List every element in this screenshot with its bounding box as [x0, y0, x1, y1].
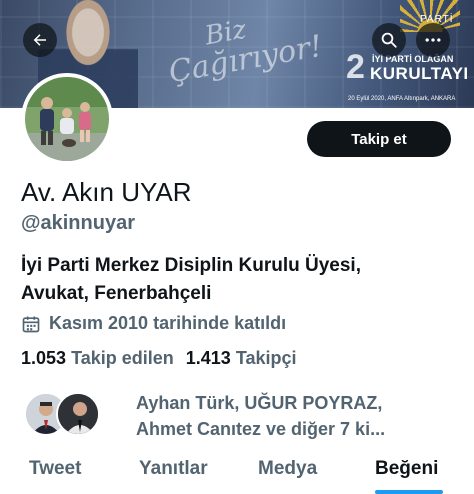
- followers-count: 1.413: [185, 348, 231, 368]
- followers-label: Takipçi: [235, 348, 297, 368]
- tab-media[interactable]: Medya: [258, 458, 317, 480]
- known-follower-photo-2: [58, 394, 98, 434]
- tab-likes[interactable]: Beğeni: [375, 458, 438, 480]
- calendar-icon: [22, 316, 40, 332]
- kurultay-number: 2: [346, 48, 365, 86]
- kurultay-date: 20 Eylül 2020, ANFA Altınpark, ANKARA: [348, 96, 456, 102]
- joined-date-text: Kasım 2010 tarihinde katıldı: [49, 313, 287, 333]
- followers-stat[interactable]: 1.413 Takipçi: [186, 348, 297, 369]
- more-button[interactable]: [416, 23, 450, 57]
- tab-replies[interactable]: Yanıtlar: [139, 458, 208, 480]
- follow-button[interactable]: Takip et: [307, 121, 451, 157]
- search-icon: [381, 32, 397, 48]
- following-count: 1.053: [21, 348, 67, 368]
- kurultay-title: KURULTAYI: [370, 64, 469, 83]
- tab-tweets[interactable]: Tweet: [29, 458, 81, 480]
- profile-display-name: Av. Akın UYAR: [21, 177, 192, 207]
- known-followers-line-2: Ahmet Canıtez ve diğer 7 ki...: [136, 419, 386, 439]
- profile-avatar[interactable]: [21, 73, 113, 165]
- more-horizontal-icon: [425, 38, 441, 42]
- active-tab-indicator: [375, 490, 443, 494]
- known-followers-line-1: Ayhan Türk, UĞUR POYRAZ,: [136, 393, 383, 413]
- follow-stats: 1.053 Takip edilen 1.413 Takipçi: [21, 348, 309, 369]
- back-button[interactable]: [23, 23, 57, 57]
- profile-tabs: Tweet Yanıtlar Medya Beğeni: [0, 450, 474, 494]
- bio-line-2: Avukat, Fenerbahçeli: [21, 283, 212, 304]
- known-followers-text: Ayhan Türk, UĞUR POYRAZ, Ahmet Canıtez v…: [136, 390, 385, 442]
- avatar-photo: [25, 77, 109, 161]
- joined-date-row: Kasım 2010 tarihinde katıldı: [21, 313, 286, 334]
- known-follower-avatar-2: [56, 392, 100, 436]
- followers-you-know[interactable]: Ayhan Türk, UĞUR POYRAZ, Ahmet Canıtez v…: [24, 388, 454, 444]
- profile-handle: @akinnuyar: [21, 212, 135, 234]
- bio-line-1: İyi Parti Merkez Disiplin Kurulu Üyesi,: [21, 255, 361, 276]
- arrow-left-icon: [33, 34, 46, 46]
- search-button[interactable]: [372, 23, 406, 57]
- following-label: Takip edilen: [71, 348, 174, 368]
- following-stat[interactable]: 1.053 Takip edilen: [21, 348, 174, 369]
- profile-bio: İyi Parti Merkez Disiplin Kurulu Üyesi, …: [21, 252, 461, 308]
